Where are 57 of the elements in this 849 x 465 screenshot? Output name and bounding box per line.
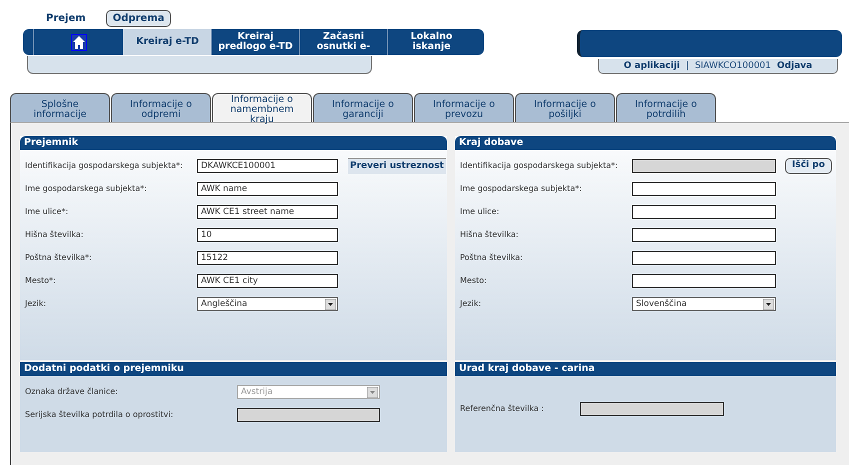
- tab[interactable]: Splošne informacije: [10, 93, 110, 122]
- field-label: Jezik:: [460, 299, 482, 308]
- input-field[interactable]: DKAWKCE100001: [197, 158, 338, 172]
- nav-item[interactable]: Kreiraj predlogo e-TD: [211, 29, 299, 55]
- field-label: Identifikacija gospodarskega subjekta*:: [25, 161, 184, 170]
- field-label: Hišna številka:: [25, 230, 84, 239]
- input-field[interactable]: [632, 204, 776, 218]
- field-label: Jezik:: [25, 299, 48, 308]
- field-label: Ime gospodarskega subjekta*:: [460, 184, 583, 193]
- input-field[interactable]: AWK CE1 street name: [197, 204, 338, 218]
- mode-tab[interactable]: Odprema: [106, 10, 172, 27]
- nav-item[interactable]: Lokalno iskanje: [387, 29, 475, 55]
- tab[interactable]: Informacije o namembnem kraju: [212, 93, 312, 122]
- separator-text: |: [686, 61, 689, 71]
- input-field[interactable]: [632, 228, 776, 242]
- field-label: Mesto*:: [25, 276, 57, 285]
- action-button[interactable]: Išči po: [785, 158, 832, 174]
- tab[interactable]: Informacije o odpremi: [111, 93, 211, 122]
- tab[interactable]: Informacije o pošiljki: [515, 93, 615, 122]
- field-label: Ime gospodarskega subjekta*:: [25, 184, 148, 193]
- field-label: Poštna številka*:: [25, 253, 93, 262]
- input-field[interactable]: 10: [197, 228, 338, 242]
- logout-link[interactable]: Odjava: [777, 61, 812, 71]
- field-label: Referenčna številka :: [460, 404, 545, 413]
- action-button[interactable]: Preveri ustreznost: [348, 158, 446, 174]
- field-label: Identifikacija gospodarskega subjekta*:: [460, 161, 619, 170]
- tab[interactable]: Informacije o garanciji: [313, 93, 413, 122]
- field-label: Ime ulice*:: [25, 207, 70, 216]
- nav-item[interactable]: Začasni osnutki e-: [299, 29, 387, 55]
- caret-icon: [325, 298, 336, 310]
- user-name: SIAWKCO100001: [694, 61, 772, 71]
- mode-tab[interactable]: Prejem: [40, 11, 92, 26]
- tab[interactable]: Informacije o prevozu: [414, 93, 514, 122]
- tab[interactable]: Informacije o potrdilih: [616, 93, 716, 122]
- field-label: Oznaka države članice:: [25, 387, 119, 396]
- field-label: Ime ulice:: [460, 207, 500, 216]
- caret-icon: [763, 298, 774, 310]
- field-label: Poštna številka:: [460, 253, 524, 262]
- input-field[interactable]: [632, 182, 776, 196]
- field-label: Mesto:: [460, 276, 488, 285]
- field-label: Serijska številka potrdila o oprostitvi:: [25, 410, 174, 419]
- input-field[interactable]: 15122: [197, 250, 338, 264]
- field-label: Hišna številka:: [460, 230, 520, 239]
- home-icon: [70, 34, 86, 50]
- input-field[interactable]: [632, 274, 776, 288]
- nav-item[interactable]: Kreiraj e-TD: [123, 29, 211, 55]
- section-header: Urad kraj dobave - carina: [455, 362, 836, 376]
- input-field[interactable]: [632, 250, 776, 264]
- section-header: Kraj dobave: [455, 136, 836, 150]
- section-header: Prejemnik: [20, 136, 447, 150]
- input-field[interactable]: AWK CE1 city: [197, 274, 338, 288]
- dropdown[interactable]: Slovenščina: [632, 296, 776, 310]
- dropdown[interactable]: Angleščina: [197, 296, 338, 310]
- input-field[interactable]: AWK name: [197, 182, 338, 196]
- about-link[interactable]: O aplikaciji: [624, 61, 680, 71]
- section-header: Dodatni podatki o prejemniku: [20, 362, 447, 376]
- caret-icon: [367, 386, 378, 398]
